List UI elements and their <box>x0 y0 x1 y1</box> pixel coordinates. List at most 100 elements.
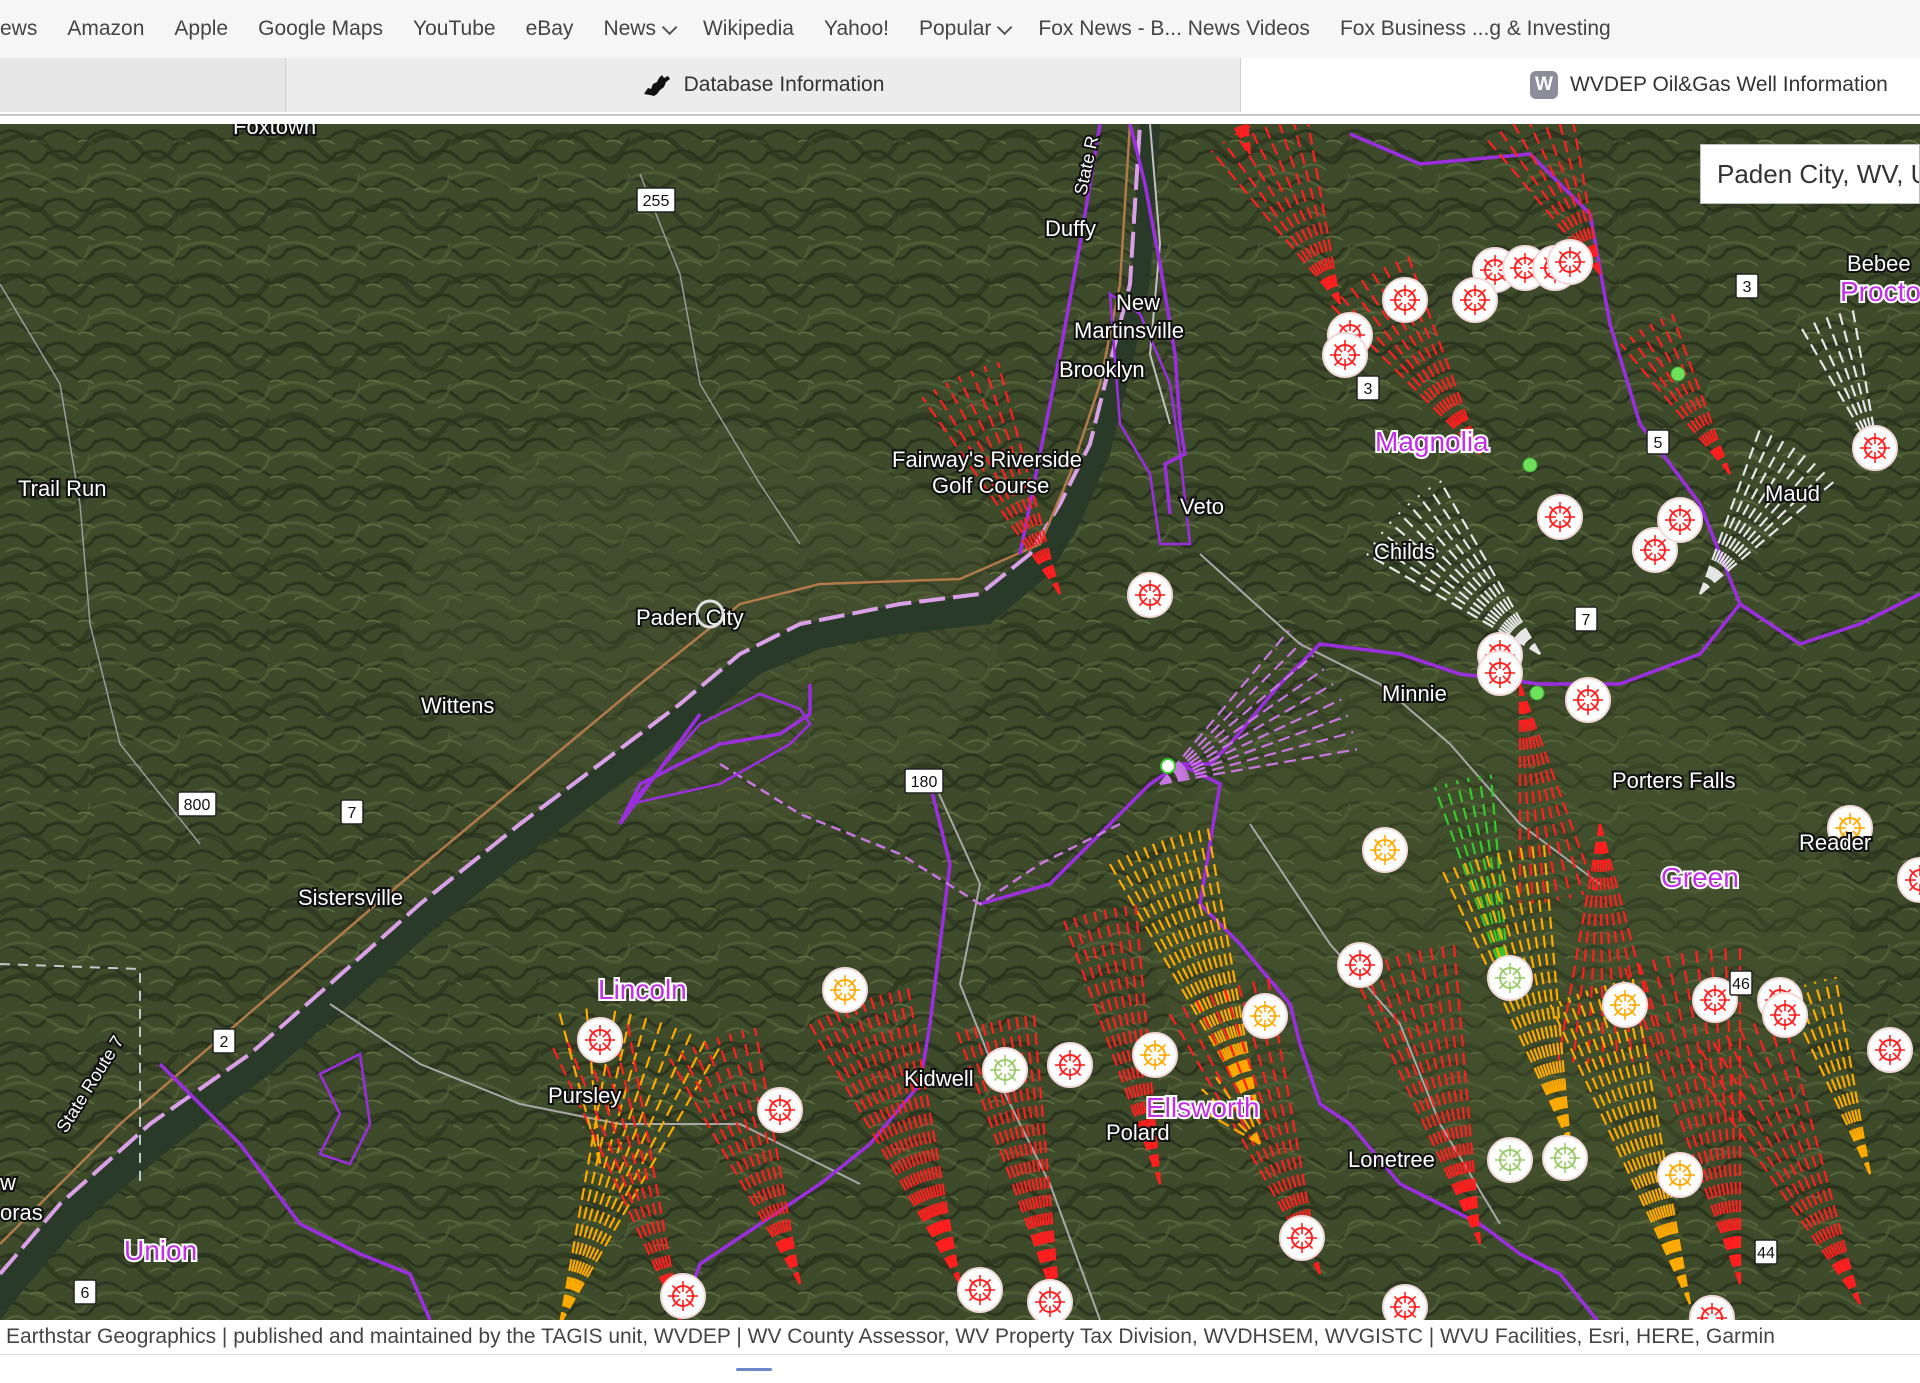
route-shield-label: 7 <box>348 805 357 822</box>
bookmark-item[interactable]: YouTube <box>398 17 511 41</box>
wvdep-favicon-icon: W <box>1530 71 1558 99</box>
well-marker-icon[interactable] <box>1487 1137 1533 1183</box>
permit-dot-icon[interactable] <box>1529 685 1545 701</box>
bookmark-item[interactable]: eBay <box>511 17 589 41</box>
place-label: Lonetree <box>1348 1147 1435 1172</box>
well-marker-icon[interactable] <box>1452 277 1498 323</box>
bookmark-item[interactable]: Yahoo! <box>809 17 904 41</box>
bookmark-item[interactable]: Fox News - B... News Videos <box>1023 17 1325 41</box>
bookmark-label: Wikipedia <box>702 17 794 40</box>
tab-wvdep-label: WVDEP Oil&Gas Well Information <box>1570 73 1888 96</box>
place-label: Childs <box>1374 539 1435 564</box>
well-marker-icon[interactable] <box>1132 1032 1178 1078</box>
bookmark-item[interactable]: Fox Business ...g & Investing <box>1325 17 1626 41</box>
well-marker-icon[interactable] <box>1027 1279 1073 1320</box>
bookmark-item[interactable]: Apple <box>159 17 243 41</box>
well-marker-icon[interactable] <box>757 1087 803 1133</box>
place-label: Golf Course <box>932 473 1049 498</box>
well-marker-icon[interactable] <box>1382 1284 1428 1320</box>
west-virginia-icon <box>643 75 670 96</box>
well-marker-icon[interactable] <box>1602 982 1648 1028</box>
place-label: Veto <box>1180 494 1224 519</box>
well-marker-icon[interactable] <box>1487 955 1533 1001</box>
bookmark-label: News <box>603 17 656 40</box>
well-marker-icon[interactable] <box>1477 650 1523 696</box>
place-label: Porters Falls <box>1612 768 1735 793</box>
route-shield: 3 <box>1735 273 1759 299</box>
route-shield-label: 2 <box>220 1034 229 1051</box>
bookmark-item[interactable]: Google Maps <box>243 17 398 41</box>
route-shield-label: 800 <box>184 797 211 814</box>
tab-wvdep-oil-gas[interactable]: W WVDEP Oil&Gas Well Information <box>1530 58 1920 112</box>
route-shield: 5 <box>1646 429 1670 455</box>
well-marker-icon[interactable] <box>1362 827 1408 873</box>
route-shield: 3 <box>1356 375 1380 401</box>
tab-database-label: Database Information <box>683 73 885 96</box>
bookmark-item[interactable]: News <box>588 17 688 41</box>
route-shield-label: 46 <box>1732 976 1750 993</box>
route-shield: 7 <box>1574 606 1598 632</box>
well-marker-icon[interactable] <box>1047 1042 1093 1088</box>
well-marker-icon[interactable] <box>1542 1135 1588 1181</box>
well-marker-icon[interactable] <box>1852 425 1898 471</box>
bookmark-item[interactable]: ews <box>0 17 52 41</box>
well-marker-icon[interactable] <box>1657 497 1703 543</box>
bookmark-label: YouTube <box>413 17 496 40</box>
permit-dot-icon[interactable] <box>1522 457 1538 473</box>
district-label: Union <box>124 1235 197 1266</box>
well-marker-icon[interactable] <box>822 967 868 1013</box>
well-marker-icon[interactable] <box>1657 1152 1703 1198</box>
well-marker-icon[interactable] <box>577 1017 623 1063</box>
well-marker-icon[interactable] <box>1565 677 1611 723</box>
place-label: Foxtown <box>233 124 316 139</box>
route-shield: 44 <box>1754 1239 1778 1265</box>
map-view[interactable]: 255 3 3 5 7 7 180 800 2 46 44 6 Foxtown Duffy New Mart… <box>0 124 1920 1320</box>
place-label: Martinsville <box>1074 318 1184 343</box>
bookmark-item[interactable]: Popular <box>904 17 1023 41</box>
tab-database-information[interactable]: Database Information <box>286 58 1241 112</box>
place-label: Paden City <box>636 605 744 630</box>
route-shield: 800 <box>177 791 217 817</box>
search-input[interactable]: Paden City, WV, U <box>1700 144 1920 204</box>
tab-bar: Database Information W WVDEP Oil&Gas Wel… <box>0 58 1920 116</box>
well-marker-icon[interactable] <box>1547 239 1593 285</box>
place-label: New <box>1116 290 1160 315</box>
bookmark-item[interactable]: Amazon <box>52 17 159 41</box>
well-marker-icon[interactable] <box>660 1273 706 1319</box>
place-label: Pursley <box>548 1083 621 1108</box>
well-marker-icon[interactable] <box>1537 494 1583 540</box>
bookmark-label: Amazon <box>67 17 145 40</box>
well-marker-icon[interactable] <box>1762 992 1808 1038</box>
permit-dot-icon[interactable] <box>1160 758 1176 774</box>
place-label: Maud <box>1765 481 1820 506</box>
map-attribution: Earthstar Geographics | published and ma… <box>0 1320 1920 1354</box>
well-marker-icon[interactable] <box>982 1047 1028 1093</box>
district-label: Procto <box>1840 276 1920 307</box>
place-label: Sistersville <box>298 885 403 910</box>
bookmark-label: Fox News - B... News Videos <box>1038 17 1310 40</box>
route-shield: 255 <box>636 187 676 213</box>
well-marker-icon[interactable] <box>1337 942 1383 988</box>
resize-handle[interactable] <box>736 1368 772 1371</box>
basemap-imagery <box>0 124 1920 1320</box>
bookmarks-bar: ews Amazon Apple Google Maps YouTube eBay News… <box>0 0 1920 58</box>
route-shield: 180 <box>904 768 944 794</box>
well-marker-icon[interactable] <box>1279 1215 1325 1261</box>
bookmark-item[interactable]: Wikipedia <box>688 17 809 41</box>
well-marker-icon[interactable] <box>1382 277 1428 323</box>
place-label: Polard <box>1106 1120 1170 1145</box>
search-input-value: Paden City, WV, U <box>1717 158 1920 189</box>
tab-blank[interactable] <box>0 58 286 112</box>
map-canvas[interactable]: 255 3 3 5 7 7 180 800 2 46 44 6 Foxtown Duffy New Mart… <box>0 124 1920 1320</box>
place-label: Minnie <box>1382 681 1447 706</box>
place-label: Kidwell <box>904 1066 974 1091</box>
bookmark-label: Apple <box>174 17 229 40</box>
route-shield: 46 <box>1729 970 1753 996</box>
well-marker-icon[interactable] <box>957 1267 1003 1313</box>
well-marker-icon[interactable] <box>1867 1027 1913 1073</box>
well-marker-icon[interactable] <box>1127 572 1173 618</box>
well-marker-icon[interactable] <box>1242 993 1288 1039</box>
permit-dot-icon[interactable] <box>1670 366 1686 382</box>
well-marker-icon[interactable] <box>1322 332 1368 378</box>
route-shield: 7 <box>340 799 364 825</box>
